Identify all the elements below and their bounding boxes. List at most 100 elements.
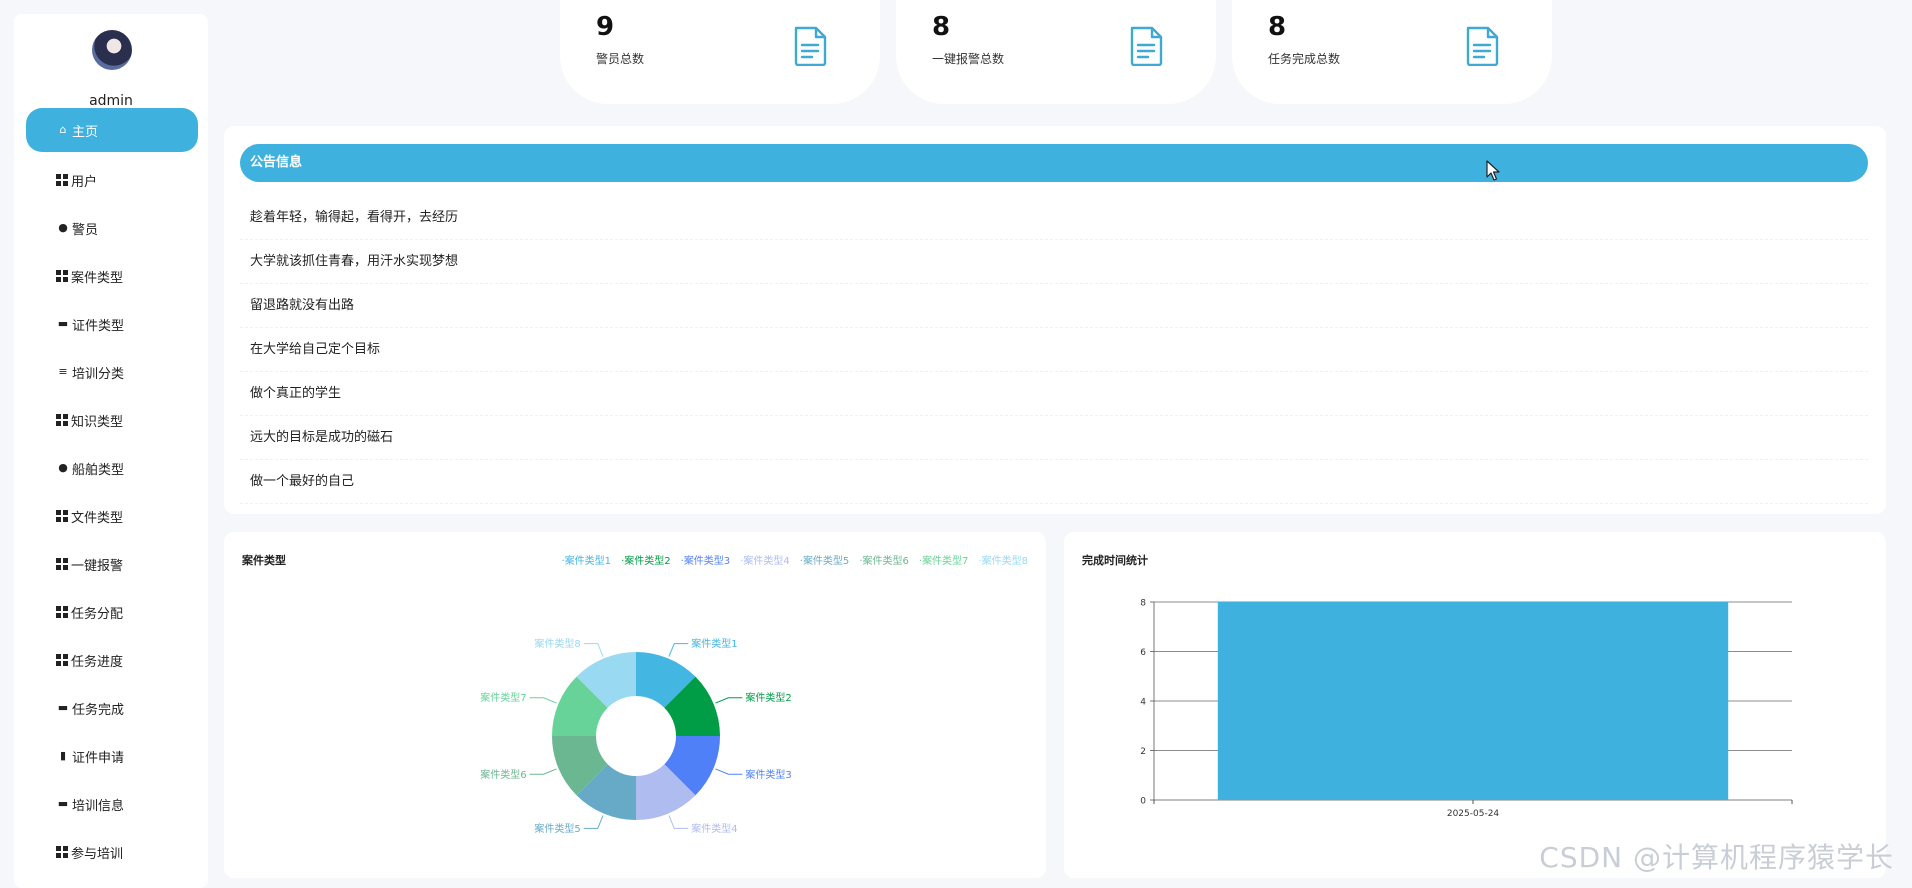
sidebar-item-label: 文件类型 bbox=[71, 510, 124, 526]
sidebar-item-label: 用户 bbox=[71, 174, 98, 190]
sidebar-item[interactable]: 参与培训 bbox=[26, 828, 198, 876]
sidebar-item[interactable]: ● 船舶类型 bbox=[26, 444, 198, 492]
sidebar-item[interactable]: ▬ 培训信息 bbox=[26, 780, 198, 828]
x-tick-label: 2025-05-24 bbox=[1447, 809, 1500, 819]
sidebar-item-label: 证件申请 bbox=[72, 750, 125, 766]
document-icon bbox=[1466, 26, 1499, 66]
notice-item[interactable]: 留退路就没有出路 bbox=[240, 284, 1868, 328]
sidebar-item-label: 警员 bbox=[72, 222, 99, 238]
sidebar-item-label: 培训信息 bbox=[72, 798, 125, 814]
sidebar-item-label: 任务完成 bbox=[72, 702, 125, 718]
stat-label: 任务完成总数 bbox=[1268, 52, 1341, 66]
pie-label-line bbox=[668, 643, 689, 657]
grid-icon bbox=[56, 558, 68, 570]
pie-label-line bbox=[715, 768, 743, 775]
stat-value: 9 bbox=[596, 12, 615, 42]
sidebar-item-label: 任务进度 bbox=[71, 654, 124, 670]
sidebar-item-label: 任务分配 bbox=[71, 606, 124, 622]
sidebar-item[interactable]: 任务进度 bbox=[26, 636, 198, 684]
pie-label-line bbox=[529, 768, 557, 775]
stat-card-alarms: 8 一键报警总数 bbox=[896, 0, 1216, 104]
user-icon: ● bbox=[58, 221, 68, 234]
pie-label-line bbox=[668, 815, 689, 829]
sidebar-menu: ⌂ 主页 用户 ● 警员 案件类型 ▬ 证件类型 ≡ 培训分类 知识类型 ● 船舶类型 文件类型 一键报警任… bbox=[26, 108, 198, 876]
completion-time-chart-card: 完成时间统计 0 2 4 6 8 2025-05-24 bbox=[1064, 532, 1886, 878]
sidebar-item[interactable]: ● 警员 bbox=[26, 204, 198, 252]
pie-label: 案件类型8 bbox=[534, 637, 580, 650]
grid-icon bbox=[56, 414, 68, 426]
y-tick-label: 8 bbox=[1140, 599, 1146, 609]
sidebar-item-label: 培训分类 bbox=[72, 366, 125, 382]
home-icon: ⌂ bbox=[59, 123, 67, 136]
notice-list: 趁着年轻，输得起，看得开，去经历 大学就该抓住青春，用汗水实现梦想 留退路就没有出路… bbox=[240, 196, 1868, 504]
briefcase-icon: ▬ bbox=[57, 317, 69, 330]
sidebar-item-label: 船舶类型 bbox=[72, 462, 125, 478]
pie-label: 案件类型7 bbox=[480, 691, 526, 704]
sidebar-item[interactable]: 一键报警 bbox=[26, 540, 198, 588]
stat-label: 一键报警总数 bbox=[932, 52, 1005, 66]
pie-label-line bbox=[715, 697, 743, 704]
sliders-icon: ≡ bbox=[58, 365, 68, 378]
sidebar-item-label: 参与培训 bbox=[71, 846, 124, 862]
y-tick-label: 0 bbox=[1140, 797, 1146, 807]
sidebar-item[interactable]: 案件类型 bbox=[26, 252, 198, 300]
pie-label: 案件类型4 bbox=[691, 822, 737, 835]
sidebar-item[interactable]: ≡ 培训分类 bbox=[26, 348, 198, 396]
sidebar-item[interactable]: ▮ 证件申请 bbox=[26, 732, 198, 780]
sidebar-item[interactable]: ▬ 任务完成 bbox=[26, 684, 198, 732]
pie-label-line bbox=[583, 815, 604, 829]
sidebar-item[interactable]: ▬ 证件类型 bbox=[26, 300, 198, 348]
pie-chart: 案件类型1 案件类型2 案件类型3 案件类型4 案件类型5 案件类型6 案件类型7 案件类型8 bbox=[480, 637, 792, 835]
notice-item[interactable]: 远大的目标是成功的磁石 bbox=[240, 416, 1868, 460]
pie-label: 案件类型1 bbox=[691, 637, 737, 650]
stat-card-tasks: 8 任务完成总数 bbox=[1232, 0, 1552, 104]
grid-icon bbox=[56, 654, 68, 666]
balloon-icon: ● bbox=[58, 461, 68, 474]
document-icon bbox=[794, 26, 827, 66]
notice-item[interactable]: 做一个最好的自己 bbox=[240, 460, 1868, 504]
stat-label: 警员总数 bbox=[596, 52, 645, 66]
avatar[interactable] bbox=[92, 30, 132, 70]
bar-chart: 0 2 4 6 8 2025-05-24 bbox=[1140, 599, 1793, 819]
sidebar: admin ⌂ 主页 用户 ● 警员 案件类型 ▬ 证件类型 ≡ 培训分类 知识类型 ● 船舶类型 文件类… bbox=[14, 14, 208, 888]
document-icon bbox=[1130, 26, 1163, 66]
stat-value: 8 bbox=[1268, 12, 1287, 42]
pie-label-line bbox=[529, 697, 557, 704]
sidebar-item[interactable]: 任务分配 bbox=[26, 588, 198, 636]
grid-icon bbox=[56, 270, 68, 282]
stat-value: 8 bbox=[932, 12, 951, 42]
username: admin bbox=[89, 93, 133, 109]
notice-title: 公告信息 bbox=[240, 144, 1868, 182]
sidebar-item-label: 一键报警 bbox=[71, 558, 124, 574]
sidebar-item[interactable]: 文件类型 bbox=[26, 492, 198, 540]
notice-item[interactable]: 大学就该抓住青春，用汗水实现梦想 bbox=[240, 240, 1868, 284]
tray-icon: ▬ bbox=[57, 701, 69, 714]
sidebar-item-label: 主页 bbox=[72, 124, 99, 140]
case-type-chart-card: 案件类型 · 案件类型1 · 案件类型2 · 案件类型3 · 案件类型4 · 案件类型5… bbox=[224, 532, 1046, 878]
notice-item[interactable]: 趁着年轻，输得起，看得开，去经历 bbox=[240, 196, 1868, 240]
notice-panel: 公告信息 趁着年轻，输得起，看得开，去经历 大学就该抓住青春，用汗水实现梦想 留退路… bbox=[224, 126, 1886, 514]
y-tick-label: 6 bbox=[1140, 648, 1146, 658]
sidebar-item-label: 案件类型 bbox=[71, 270, 124, 286]
sidebar-item-label: 证件类型 bbox=[72, 318, 125, 334]
sidebar-item[interactable]: 知识类型 bbox=[26, 396, 198, 444]
inbox-icon: ▬ bbox=[57, 797, 69, 810]
sidebar-item-label: 知识类型 bbox=[71, 414, 124, 430]
mouse-cursor-icon bbox=[1486, 160, 1500, 181]
notice-item[interactable]: 在大学给自己定个目标 bbox=[240, 328, 1868, 372]
pie-label: 案件类型2 bbox=[745, 691, 791, 704]
y-tick-label: 4 bbox=[1140, 698, 1146, 708]
y-tick-label: 2 bbox=[1140, 747, 1146, 757]
grid-icon bbox=[56, 606, 68, 618]
pie-label: 案件类型5 bbox=[534, 822, 580, 835]
grid-icon bbox=[56, 510, 68, 522]
pie-label: 案件类型6 bbox=[480, 768, 526, 781]
pie-label: 案件类型3 bbox=[745, 768, 791, 781]
stat-card-police: 9 警员总数 bbox=[560, 0, 880, 104]
grid-icon bbox=[56, 846, 68, 858]
sidebar-item[interactable]: ⌂ 主页 bbox=[26, 108, 198, 152]
notice-item[interactable]: 做个真正的学生 bbox=[240, 372, 1868, 416]
sidebar-item[interactable]: 用户 bbox=[26, 156, 198, 204]
bar[interactable] bbox=[1217, 602, 1729, 800]
clipboard-icon: ▮ bbox=[59, 749, 67, 762]
